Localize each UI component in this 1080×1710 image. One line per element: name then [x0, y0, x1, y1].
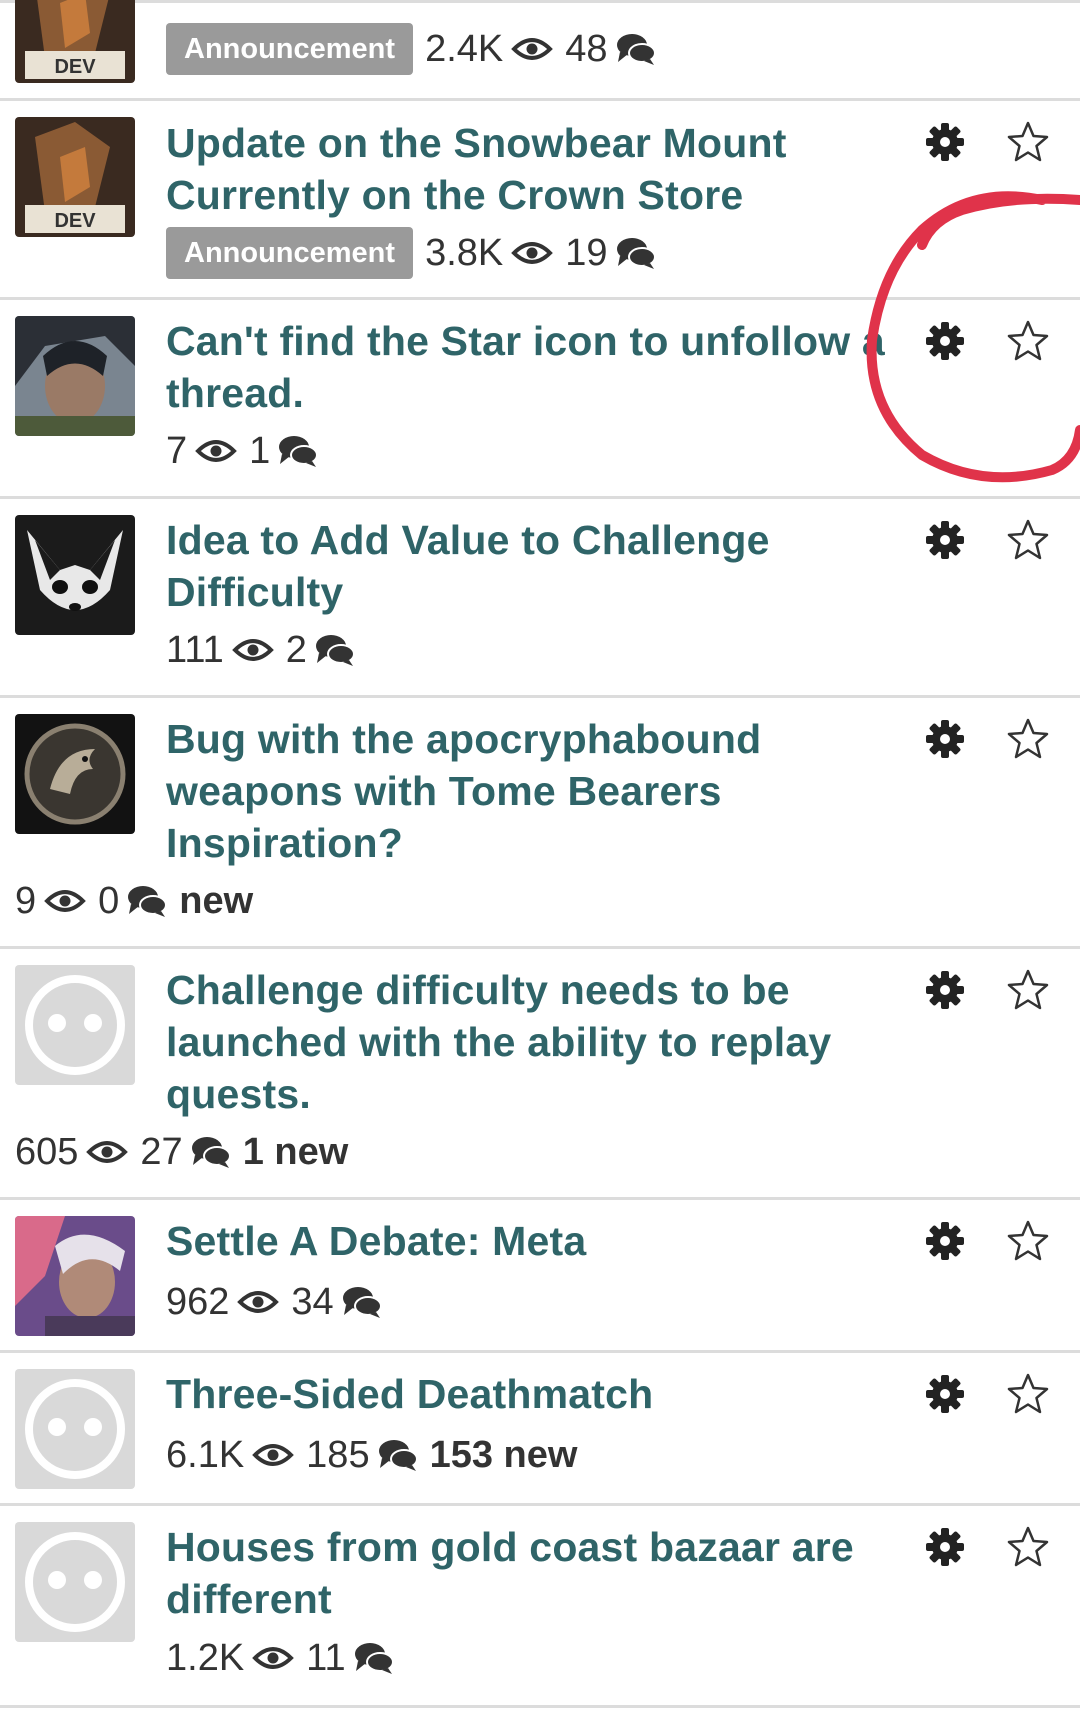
category-badge[interactable]: Announcement [166, 227, 414, 279]
svg-text:DEV: DEV [54, 210, 96, 232]
thread-title-link[interactable]: Bug with the apocryphabound weapons with… [166, 713, 886, 869]
view-count: 111 [166, 628, 224, 671]
thread-title-link[interactable]: Update on the Snowbear Mount Currently o… [166, 117, 886, 221]
emblem-avatar[interactable] [15, 714, 135, 834]
svg-text:DEV: DEV [54, 56, 96, 78]
comment-count: 185 [306, 1433, 370, 1476]
chat-bubbles-icon [354, 1643, 394, 1674]
gear-icon[interactable] [924, 1373, 966, 1415]
default-avatar[interactable] [15, 965, 135, 1085]
thread-row[interactable]: Three-Sided Deathmatch 6.1K 185 153 new [0, 1353, 1080, 1506]
new-posts-link[interactable]: 1 new [243, 1131, 349, 1174]
thread-title-link[interactable]: Three-Sided Deathmatch [166, 1368, 886, 1420]
star-outline-icon[interactable] [1006, 1525, 1050, 1569]
thread-meta: 962 34 [166, 1279, 382, 1325]
view-count: 9 [15, 879, 37, 922]
comment-count: 2 [285, 628, 307, 671]
thread-meta: 9 0 new [15, 878, 253, 924]
view-count: 1.2K [166, 1636, 245, 1679]
thread-row[interactable]: Challenge difficulty needs to be launche… [0, 949, 1080, 1200]
eye-icon [195, 440, 237, 462]
star-outline-icon[interactable] [1006, 717, 1050, 761]
gear-icon[interactable] [924, 718, 966, 760]
thread-title-link[interactable]: Can't find the Star icon to unfollow a t… [166, 315, 886, 419]
eye-icon [511, 242, 554, 264]
thread-title-link[interactable]: Challenge difficulty needs to be launche… [166, 964, 886, 1120]
view-count: 6.1K [166, 1433, 245, 1476]
comment-count: 19 [565, 231, 608, 274]
elf-avatar[interactable] [15, 316, 135, 436]
view-count: 605 [15, 1130, 79, 1173]
comment-count: 27 [140, 1130, 183, 1173]
thread-row[interactable]: Bug with the apocryphabound weapons with… [0, 698, 1080, 949]
thread-meta: Announcement 3.8K 19 [166, 227, 656, 279]
comment-count: 11 [306, 1636, 346, 1679]
star-outline-icon[interactable] [1006, 1219, 1050, 1263]
view-count: 2.4K [425, 27, 504, 70]
eye-icon [237, 1291, 280, 1313]
eye-icon [231, 639, 274, 661]
default-avatar[interactable] [15, 1522, 135, 1642]
thread-row[interactable]: DEV Update on the Snowbear Mount Current… [0, 101, 1080, 300]
thread-meta: 7 1 [166, 428, 319, 474]
warrior-avatar[interactable] [15, 1216, 135, 1336]
star-outline-icon[interactable] [1006, 319, 1050, 363]
comment-count: 1 [249, 429, 271, 472]
view-count: 962 [166, 1280, 230, 1323]
new-posts-link[interactable]: 153 new [430, 1434, 578, 1477]
thread-row[interactable]: Settle A Debate: Meta 962 34 [0, 1200, 1080, 1353]
thread-row[interactable]: Houses from gold coast bazaar are differ… [0, 1506, 1080, 1708]
comment-count: 0 [98, 879, 120, 922]
view-count: 7 [166, 429, 188, 472]
chat-bubbles-icon [616, 238, 656, 269]
thread-row[interactable]: DEV Announcement 2.4K 48 [0, 0, 1080, 101]
eye-icon [252, 1444, 295, 1466]
thread-meta: 6.1K 185 153 new [166, 1432, 577, 1478]
fox-avatar[interactable] [15, 515, 135, 635]
chat-bubbles-icon [378, 1440, 418, 1471]
chat-bubbles-icon [616, 34, 656, 65]
star-outline-icon[interactable] [1006, 968, 1050, 1012]
thread-title-link[interactable]: Idea to Add Value to Challenge Difficult… [166, 514, 886, 618]
thread-title-link[interactable]: Settle A Debate: Meta [166, 1215, 886, 1267]
category-badge[interactable]: Announcement [166, 23, 414, 75]
star-outline-icon[interactable] [1006, 1372, 1050, 1416]
dev-avatar[interactable]: DEV [15, 117, 135, 237]
view-count: 3.8K [425, 231, 504, 274]
gear-icon[interactable] [924, 1526, 966, 1568]
gear-icon[interactable] [924, 320, 966, 362]
default-avatar[interactable] [15, 1369, 135, 1489]
comment-count: 34 [291, 1280, 334, 1323]
chat-bubbles-icon [315, 635, 355, 666]
gear-icon[interactable] [924, 1220, 966, 1262]
comment-count: 48 [565, 27, 608, 70]
eye-icon [252, 1647, 295, 1669]
chat-bubbles-icon [342, 1287, 382, 1318]
star-outline-icon[interactable] [1006, 518, 1050, 562]
thread-meta: Announcement 2.4K 48 [166, 23, 656, 75]
chat-bubbles-icon [279, 436, 319, 467]
star-outline-icon[interactable] [1006, 120, 1050, 164]
gear-icon[interactable] [924, 121, 966, 163]
thread-row[interactable]: Idea to Add Value to Challenge Difficult… [0, 499, 1080, 698]
thread-meta: 111 2 [166, 627, 355, 673]
thread-meta: 1.2K 11 [166, 1635, 394, 1681]
chat-bubbles-icon [128, 886, 168, 917]
eye-icon [86, 1141, 129, 1163]
dev-avatar[interactable]: DEV [15, 0, 135, 83]
thread-meta: 605 27 1 new [15, 1129, 348, 1175]
eye-icon [44, 890, 86, 912]
thread-row[interactable]: Can't find the Star icon to unfollow a t… [0, 300, 1080, 499]
eye-icon [511, 38, 554, 60]
gear-icon[interactable] [924, 969, 966, 1011]
new-posts-link[interactable]: new [179, 880, 253, 923]
gear-icon[interactable] [924, 519, 966, 561]
thread-title-link[interactable]: Houses from gold coast bazaar are differ… [166, 1521, 886, 1625]
chat-bubbles-icon [191, 1137, 231, 1168]
